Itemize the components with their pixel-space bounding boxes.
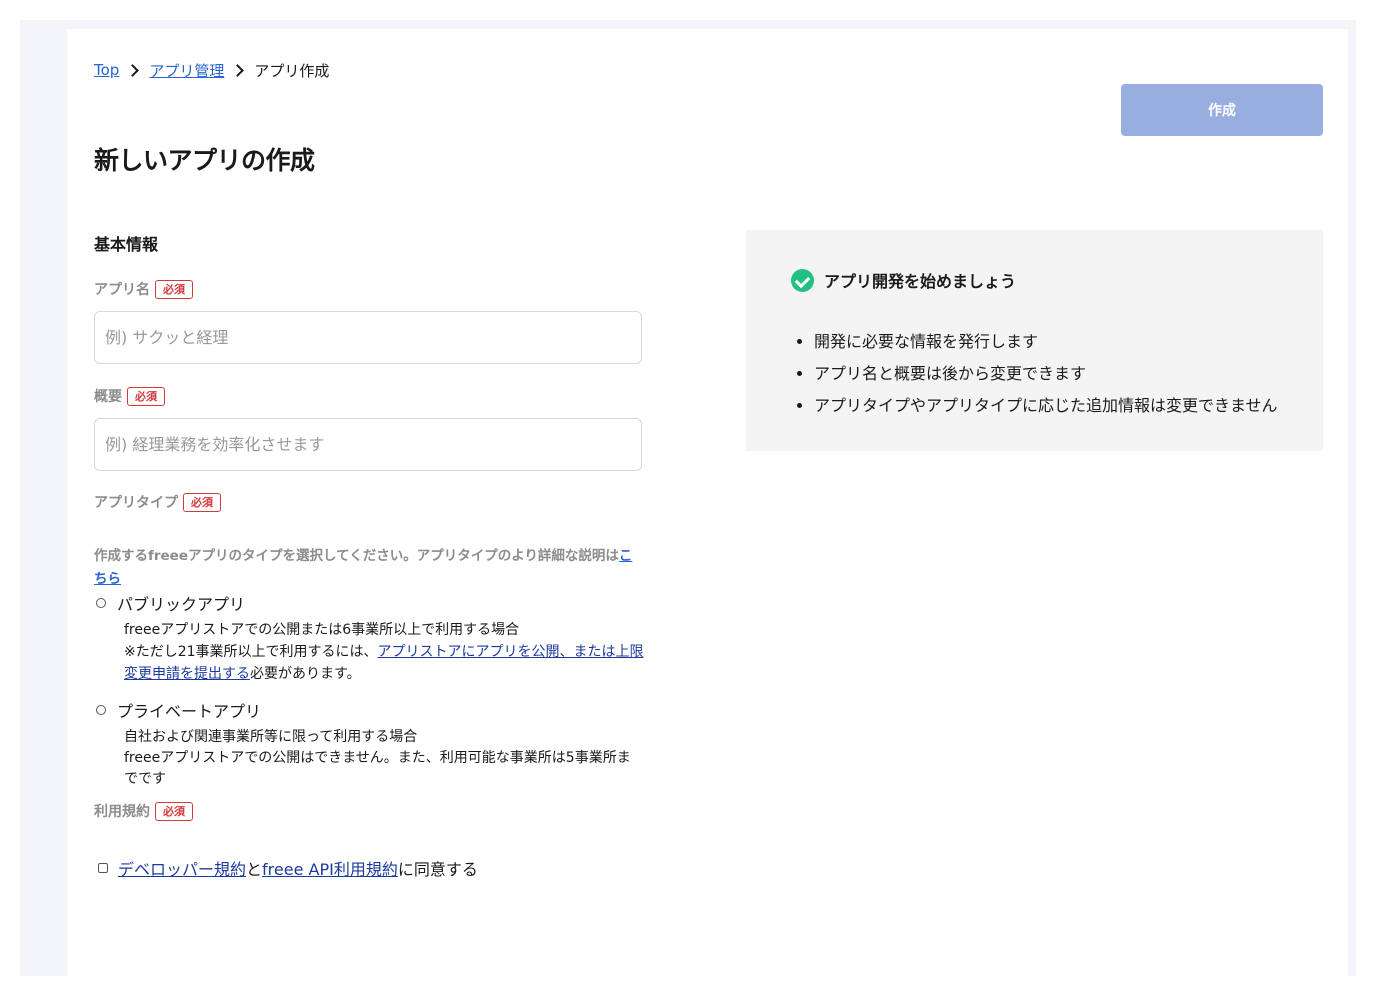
terms-agree-row: デベロッパー規約と freee API利用規約 に同意する <box>98 856 478 880</box>
private-app-desc-line2: freeeアプリストアでの公開はできません。また、利用可能な事業所は5事業所まで… <box>124 750 631 787</box>
app-name-input[interactable] <box>94 311 642 364</box>
list-item: アプリタイプやアプリタイプに応じた追加情報は変更できません <box>814 390 1278 422</box>
description-label-text: 概要 <box>94 389 122 405</box>
breadcrumb: Top アプリ管理 アプリ作成 <box>94 59 329 81</box>
app-type-label: アプリタイプ 必須 <box>94 492 221 512</box>
app-type-help-text: 作成するfreeeアプリのタイプを選択してください。アプリタイプのより詳細な説明… <box>94 548 619 564</box>
check-circle-icon <box>791 268 814 292</box>
info-panel-header: アプリ開発を始めましょう <box>791 268 1016 292</box>
page-title: 新しいアプリの作成 <box>94 146 315 175</box>
description-input[interactable] <box>94 418 642 471</box>
radio-button[interactable] <box>96 598 106 608</box>
terms-conjunction: と <box>246 860 263 879</box>
radio-public-app-label: パブリックアプリ <box>117 595 246 614</box>
radio-private-app[interactable]: プライベートアプリ <box>96 698 261 722</box>
required-badge: 必須 <box>127 386 165 406</box>
app-type-help: 作成するfreeeアプリのタイプを選択してください。アプリタイプのより詳細な説明… <box>94 545 639 591</box>
list-item: 開発に必要な情報を発行します <box>814 326 1278 358</box>
create-button[interactable]: 作成 <box>1121 84 1323 136</box>
breadcrumb-app-management-link[interactable]: アプリ管理 <box>149 60 224 81</box>
developer-terms-link[interactable]: デベロッパー規約 <box>118 856 246 880</box>
app-name-label: アプリ名 必須 <box>94 279 193 299</box>
section-title-basic-info: 基本情報 <box>94 235 159 254</box>
public-app-desc-pre: ※ただし21事業所以上で利用するには、 <box>124 644 378 660</box>
public-app-desc-line1: freeeアプリストアでの公開または6事業所以上で利用する場合 <box>124 622 520 638</box>
info-list: 開発に必要な情報を発行します アプリ名と概要は後から変更できます アプリタイプや… <box>794 326 1278 422</box>
required-badge: 必須 <box>155 801 193 821</box>
radio-button[interactable] <box>96 705 106 715</box>
terms-checkbox[interactable] <box>98 863 108 873</box>
public-app-desc-post: 必要があります。 <box>250 666 361 682</box>
app-type-label-text: アプリタイプ <box>94 495 178 511</box>
main-card: Top アプリ管理 アプリ作成 作成 新しいアプリの作成 基本情報 アプリ名 必… <box>67 29 1348 976</box>
radio-private-app-label: プライベートアプリ <box>117 702 262 721</box>
required-badge: 必須 <box>155 279 193 299</box>
description-label: 概要 必須 <box>94 386 165 406</box>
required-badge: 必須 <box>183 492 221 512</box>
info-panel: アプリ開発を始めましょう 開発に必要な情報を発行します アプリ名と概要は後から変… <box>746 230 1323 451</box>
public-app-desc-line2: ※ただし21事業所以上で利用するには、アプリストアにアプリを公開、または上限変更… <box>124 641 644 685</box>
radio-public-app[interactable]: パブリックアプリ <box>96 591 245 615</box>
info-panel-title: アプリ開発を始めましょう <box>824 272 1017 291</box>
private-app-desc-line1: 自社および関連事業所等に限って利用する場合 <box>124 729 418 745</box>
breadcrumb-current: アプリ作成 <box>254 61 330 80</box>
chevron-right-icon <box>126 63 140 77</box>
private-app-description: 自社および関連事業所等に限って利用する場合 freeeアプリストアでの公開はでき… <box>124 727 644 790</box>
chevron-right-icon <box>231 63 245 77</box>
app-name-label-text: アプリ名 <box>94 282 150 298</box>
public-app-description: freeeアプリストアでの公開または6事業所以上で利用する場合 ※ただし21事業… <box>124 619 644 685</box>
breadcrumb-top-link[interactable]: Top <box>94 61 119 79</box>
list-item: アプリ名と概要は後から変更できます <box>814 358 1278 390</box>
terms-label: 利用規約 必須 <box>94 801 193 821</box>
terms-suffix: に同意する <box>397 860 478 879</box>
page-background: Top アプリ管理 アプリ作成 作成 新しいアプリの作成 基本情報 アプリ名 必… <box>20 20 1356 976</box>
api-terms-link[interactable]: freee API利用規約 <box>262 856 398 880</box>
terms-label-text: 利用規約 <box>94 804 150 820</box>
